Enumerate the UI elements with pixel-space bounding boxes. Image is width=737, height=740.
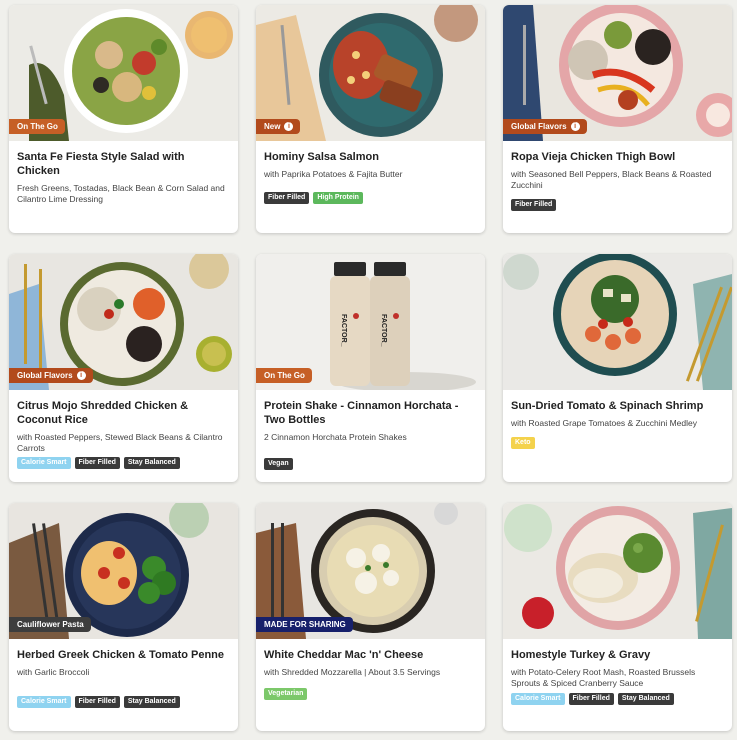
- badge-list: Calorie Smart Fiber Filled Stay Balanced: [511, 693, 724, 705]
- diet-badge: Fiber Filled: [74, 457, 120, 469]
- badge-list: Fiber Filled High Protein: [264, 192, 477, 204]
- meal-subtitle: with Garlic Broccoli: [17, 667, 90, 677]
- meal-photo: [503, 503, 732, 639]
- meal-tag: Cauliflower Pasta: [9, 617, 91, 632]
- bottle-label: FACTOR_: [340, 314, 347, 347]
- diet-badge: Fiber Filled: [511, 199, 557, 211]
- meal-tag-label: New: [264, 122, 281, 131]
- info-icon[interactable]: i: [76, 371, 86, 380]
- diet-badge: Keto: [511, 437, 535, 449]
- meal-subtitle: Fresh Greens, Tostadas, Black Bean & Cor…: [17, 183, 225, 204]
- meal-title: Protein Shake - Cinnamon Horchata - Two …: [264, 400, 459, 426]
- info-icon[interactable]: i: [570, 122, 580, 131]
- meal-card[interactable]: Global Flavors i Citrus Mojo Shredded Ch…: [9, 254, 238, 482]
- badge-list: Vegetarian: [264, 688, 477, 700]
- meal-tag-label: Global Flavors: [17, 371, 73, 380]
- info-icon[interactable]: i: [284, 122, 294, 131]
- meal-photo: Global Flavors i: [503, 5, 732, 141]
- meal-subtitle: with Potato-Celery Root Mash, Roasted Br…: [511, 667, 696, 688]
- meal-grid: On The Go Santa Fe Fiesta Style Salad wi…: [0, 0, 737, 740]
- diet-badge: Calorie Smart: [17, 696, 71, 708]
- meal-photo: On The Go: [9, 5, 238, 141]
- meal-tag-label: Cauliflower Pasta: [17, 620, 84, 629]
- meal-tag: On The Go: [9, 119, 65, 134]
- diet-badge: Vegan: [264, 458, 293, 470]
- meal-card[interactable]: Cauliflower Pasta Herbed Greek Chicken &…: [9, 503, 238, 731]
- meal-tag: MADE FOR SHARING: [256, 617, 353, 632]
- meal-title: White Cheddar Mac 'n' Cheese: [264, 649, 424, 661]
- meal-photo: FACTOR_ FACTOR_ On The Go: [256, 254, 485, 390]
- badge-list: Keto: [511, 437, 724, 449]
- badge-list: Fiber Filled: [511, 199, 724, 211]
- diet-badge: Calorie Smart: [17, 457, 71, 469]
- diet-badge: Stay Balanced: [123, 696, 180, 708]
- meal-subtitle: with Shredded Mozzarella | About 3.5 Ser…: [264, 667, 441, 677]
- meal-subtitle: with Paprika Potatoes & Fajita Butter: [264, 169, 403, 179]
- meal-card[interactable]: On The Go Santa Fe Fiesta Style Salad wi…: [9, 5, 238, 233]
- meal-card[interactable]: New i Hominy Salsa Salmon with Paprika P…: [256, 5, 485, 233]
- meal-title: Citrus Mojo Shredded Chicken & Coconut R…: [17, 400, 189, 426]
- meal-subtitle: 2 Cinnamon Horchata Protein Shakes: [264, 432, 407, 442]
- meal-subtitle: with Roasted Grape Tomatoes & Zucchini M…: [511, 418, 697, 428]
- meal-subtitle: with Roasted Peppers, Stewed Black Beans…: [17, 432, 223, 453]
- meal-card[interactable]: FACTOR_ FACTOR_ On The Go Protein Shake …: [256, 254, 485, 482]
- diet-badge: Stay Balanced: [123, 457, 180, 469]
- meal-title: Herbed Greek Chicken & Tomato Penne: [17, 649, 225, 661]
- meal-tag-label: Global Flavors: [511, 122, 567, 131]
- meal-tag-label: On The Go: [17, 122, 58, 131]
- meal-photo: Cauliflower Pasta: [9, 503, 238, 639]
- meal-photo: MADE FOR SHARING: [256, 503, 485, 639]
- meal-card[interactable]: Sun-Dried Tomato & Spinach Shrimp with R…: [503, 254, 732, 482]
- meal-title: Santa Fe Fiesta Style Salad with Chicken: [17, 151, 185, 177]
- diet-badge: Fiber Filled: [568, 693, 614, 705]
- diet-badge: High Protein: [313, 192, 363, 204]
- meal-title: Homestyle Turkey & Gravy: [511, 649, 651, 661]
- meal-title: Hominy Salsa Salmon: [264, 151, 379, 163]
- badge-list: Vegan: [264, 458, 477, 470]
- diet-badge: Fiber Filled: [264, 192, 310, 204]
- meal-card[interactable]: Homestyle Turkey & Gravy with Potato-Cel…: [503, 503, 732, 731]
- meal-title: Sun-Dried Tomato & Spinach Shrimp: [511, 400, 704, 412]
- meal-tag: New i: [256, 119, 301, 134]
- meal-tag-label: On The Go: [264, 371, 305, 380]
- meal-subtitle: with Seasoned Bell Peppers, Black Beans …: [511, 169, 712, 190]
- badge-list: Calorie Smart Fiber Filled Stay Balanced: [17, 696, 230, 708]
- badge-list: Calorie Smart Fiber Filled Stay Balanced: [17, 457, 230, 469]
- meal-tag: Global Flavors i: [503, 119, 587, 134]
- meal-photo: New i: [256, 5, 485, 141]
- meal-card[interactable]: MADE FOR SHARING White Cheddar Mac 'n' C…: [256, 503, 485, 731]
- meal-photo: Global Flavors i: [9, 254, 238, 390]
- meal-tag: On The Go: [256, 368, 312, 383]
- meal-title: Ropa Vieja Chicken Thigh Bowl: [511, 151, 676, 163]
- diet-badge: Fiber Filled: [74, 696, 120, 708]
- meal-card[interactable]: Global Flavors i Ropa Vieja Chicken Thig…: [503, 5, 732, 233]
- diet-badge: Stay Balanced: [617, 693, 674, 705]
- meal-tag-label: MADE FOR SHARING: [264, 620, 346, 629]
- bottle-label: FACTOR_: [380, 314, 387, 347]
- diet-badge: Vegetarian: [264, 688, 308, 700]
- meal-photo: [503, 254, 732, 390]
- meal-tag: Global Flavors i: [9, 368, 93, 383]
- diet-badge: Calorie Smart: [511, 693, 565, 705]
